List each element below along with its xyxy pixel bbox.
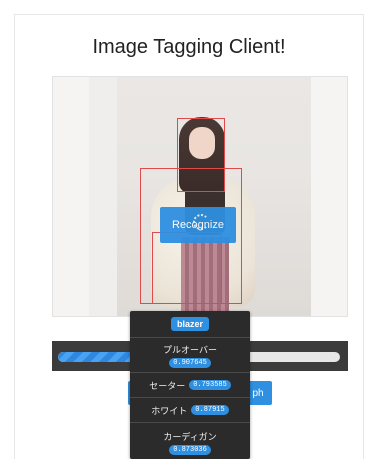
selected-tag-badge[interactable]: blazer	[170, 317, 209, 331]
popup-header: blazer	[130, 311, 250, 337]
tag-score-badge: 0.907645	[169, 357, 211, 368]
tag-score-badge: 0.793585	[189, 380, 231, 390]
tag-results-popup: blazer プルオーバー 0.907645 セーター 0.793585 ホワイ…	[130, 311, 250, 459]
tag-label: カーディガン	[163, 431, 217, 442]
tag-row[interactable]: セーター 0.793585	[130, 372, 250, 397]
tag-label: プルオーバー	[163, 344, 217, 355]
photo-wall	[89, 77, 117, 316]
recognize-button[interactable]: Recognize	[160, 207, 236, 243]
page-title: Image Tagging Client!	[92, 36, 286, 58]
tag-label: セーター	[149, 380, 186, 391]
tag-score-badge: 0.873036	[169, 444, 211, 455]
tag-label: ホワイト	[151, 405, 188, 416]
bottom-right-label: ph	[252, 387, 264, 399]
tag-score-badge: 0.87915	[191, 405, 229, 415]
tag-row[interactable]: ホワイト 0.87915	[130, 397, 250, 422]
tag-row[interactable]: プルオーバー 0.907645	[130, 337, 250, 372]
loading-spinner-icon	[193, 214, 209, 230]
tag-row[interactable]: カーディガン 0.873036	[130, 422, 250, 459]
